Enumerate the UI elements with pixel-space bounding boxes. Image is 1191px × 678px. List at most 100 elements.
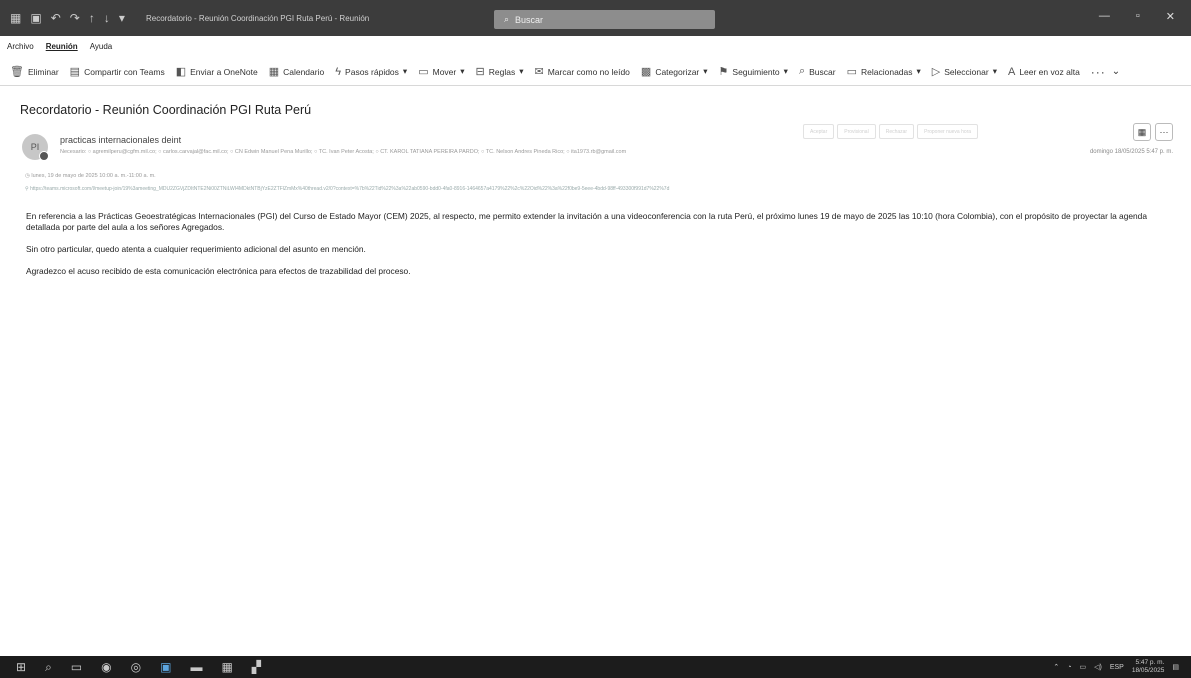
more-options-button[interactable]: ··· <box>1091 65 1106 79</box>
category-icon: ▩ <box>640 66 652 78</box>
body-paragraph: Sin otro particular, quedo atenta a cual… <box>26 244 366 254</box>
message-date: domingo 18/05/2025 5:47 p. m. <box>1089 149 1173 155</box>
message-body: En referencia a las Prácticas Geoestraté… <box>26 211 1176 288</box>
search-input[interactable]: ⌕ Buscar <box>494 10 715 29</box>
read-aloud-icon: A <box>1007 65 1016 78</box>
chevron-down-icon: ▾ <box>460 66 465 76</box>
accept-button[interactable]: Aceptar <box>803 124 835 139</box>
search-icon: ⌕ <box>798 65 806 77</box>
down-arrow-icon[interactable]: ↓ <box>104 11 110 25</box>
quick-steps-button[interactable]: ϟ Pasos rápidos ▾ <box>335 66 407 78</box>
teams-icon: ▤ <box>69 66 81 78</box>
notifications-icon[interactable]: ▤ <box>1172 663 1179 671</box>
presence-icon <box>39 151 49 161</box>
title-bar: ▦ ▣ ↶ ↷ ↑ ↓ ▾ Recordatorio - Reunión Coo… <box>0 0 1191 36</box>
meeting-location-row: ⚲ https://teams.microsoft.com/l/meetup-j… <box>25 186 1045 192</box>
body-paragraph: En referencia a las Prácticas Geoestraté… <box>26 211 1147 232</box>
task-view-icon[interactable]: ▭ <box>71 660 82 674</box>
volume-icon[interactable]: ◁) <box>1094 663 1102 671</box>
search-placeholder: Buscar <box>515 14 544 25</box>
mark-unread-button[interactable]: ✉ Marcar como no leído <box>534 65 629 78</box>
delete-button[interactable]: 🗑 Eliminar <box>10 65 59 78</box>
related-button[interactable]: ▭ Relacionadas ▾ <box>847 65 921 78</box>
cursor-icon: ▷ <box>931 66 941 78</box>
start-icon[interactable]: ⊞ <box>16 660 26 674</box>
read-aloud-button[interactable]: A Leer en voz alta <box>1008 66 1080 78</box>
battery-icon[interactable]: ▭ <box>1079 663 1086 671</box>
trash-icon: 🗑 <box>10 66 24 78</box>
chevron-down-icon: ▾ <box>519 66 524 76</box>
onenote-icon: ◧ <box>175 66 187 78</box>
tray-chevron-icon[interactable]: ⌃ <box>1053 663 1059 671</box>
menu-reunion[interactable]: Reunión <box>46 42 78 51</box>
more-actions-button[interactable]: ··· <box>1155 123 1173 141</box>
move-button[interactable]: ▭ Mover ▾ <box>418 65 464 78</box>
find-button[interactable]: ⌕ Buscar <box>799 65 836 78</box>
chevron-down-icon: ▾ <box>992 66 997 76</box>
related-icon: ▭ <box>846 66 857 78</box>
teams-apps-button[interactable]: ▦ <box>1133 123 1151 141</box>
windows-taskbar: ⊞ ⌕ ▭ ◉ ◎ ▣ ▬ ▦ ▞ ⌃ ◔ ▭ ◁) ESP 5:47 p. m… <box>0 656 1191 678</box>
clock-icon: ◷ <box>25 173 30 179</box>
decline-button[interactable]: Rechazar <box>878 124 915 139</box>
outlook-app-icon: ▦ <box>10 11 22 25</box>
meeting-response-actions: Aceptar Provisional Rechazar Proponer nu… <box>803 124 979 139</box>
tentative-button[interactable]: Provisional <box>837 124 876 139</box>
chevron-down-icon: ▾ <box>783 66 788 76</box>
close-button[interactable]: ✕ <box>1166 10 1175 23</box>
quick-access-toolbar: ▦ ▣ ↶ ↷ ↑ ↓ ▾ <box>10 11 125 25</box>
chrome-icon[interactable]: ◎ <box>131 660 141 674</box>
share-teams-button[interactable]: ▤ Compartir con Teams <box>70 65 165 78</box>
edge-icon[interactable]: ◉ <box>101 660 111 674</box>
recipients-line[interactable]: Necesario: ○ agremilperu@cgfm.mil.co; ○ … <box>60 149 900 155</box>
sender-name[interactable]: practicas internacionales deint <box>60 135 181 145</box>
meeting-time-row: ◷ lunes, 19 de mayo de 2025 10:00 a. m.-… <box>25 173 156 179</box>
message-subject: Recordatorio - Reunión Coordinación PGI … <box>20 103 312 117</box>
system-clock[interactable]: 5:47 p. m. 18/05/2025 <box>1132 659 1165 675</box>
message-tools: ▦ ··· <box>1133 123 1173 141</box>
outlook-taskbar-icon[interactable]: ▣ <box>160 660 171 674</box>
search-icon[interactable]: ⌕ <box>45 660 52 675</box>
menu-ayuda[interactable]: Ayuda <box>90 42 113 51</box>
search-icon: ⌕ <box>504 14 510 24</box>
categorize-button[interactable]: ▩ Categorizar ▾ <box>641 65 708 78</box>
chevron-down-icon: ▾ <box>916 66 921 76</box>
avatar[interactable]: PI <box>22 134 49 161</box>
network-icon[interactable]: ◔ <box>1067 664 1071 671</box>
chevron-down-icon: ▾ <box>402 66 408 76</box>
ribbon-expand-icon[interactable]: ⌄ <box>1112 66 1120 77</box>
undo-icon[interactable]: ↶ <box>51 11 61 25</box>
follow-up-button[interactable]: ⚑ Seguimiento ▾ <box>719 65 788 78</box>
propose-time-button[interactable]: Proponer nueva hora <box>917 124 979 139</box>
language-indicator[interactable]: ESP <box>1110 664 1124 671</box>
chevron-down-icon: ▾ <box>703 66 708 76</box>
flag-icon: ⚑ <box>718 66 729 78</box>
lightning-icon: ϟ <box>335 65 342 78</box>
menu-bar: Archivo Reunión Ayuda <box>0 37 1191 55</box>
window-title: Recordatorio - Reunión Coordinación PGI … <box>146 14 370 23</box>
window-controls: — ▫ ✕ <box>1099 10 1175 23</box>
meeting-link[interactable]: https://teams.microsoft.com/l/meetup-joi… <box>30 186 669 192</box>
maximize-button[interactable]: ▫ <box>1136 10 1140 23</box>
network-app-icon[interactable]: ▞ <box>252 660 261 674</box>
menu-archivo[interactable]: Archivo <box>7 42 34 51</box>
body-paragraph: Agradezco el acuso recibido de esta comu… <box>26 266 411 276</box>
folder-icon: ▭ <box>418 66 429 78</box>
send-onenote-button[interactable]: ◧ Enviar a OneNote <box>176 65 258 78</box>
select-button[interactable]: ▷ Seleccionar ▾ <box>932 65 997 78</box>
envelope-icon: ✉ <box>534 66 544 78</box>
location-pin-icon: ⚲ <box>25 186 29 192</box>
file-explorer-icon[interactable]: ▬ <box>190 660 202 674</box>
save-icon[interactable]: ▣ <box>30 11 41 25</box>
ribbon-toolbar: 🗑 Eliminar ▤ Compartir con Teams ◧ Enviar a… <box>0 58 1191 86</box>
customize-dropdown-icon[interactable]: ▾ <box>119 11 125 25</box>
rules-button[interactable]: ⊟ Reglas ▾ <box>476 65 524 78</box>
minimize-button[interactable]: — <box>1099 10 1110 23</box>
rules-icon: ⊟ <box>475 66 485 78</box>
calendar-icon: ▦ <box>268 66 280 78</box>
up-arrow-icon[interactable]: ↑ <box>89 11 95 25</box>
redo-icon[interactable]: ↷ <box>70 11 80 25</box>
calendar-button[interactable]: ▦ Calendario <box>269 65 325 78</box>
calculator-icon[interactable]: ▦ <box>221 660 232 674</box>
message-pane: Recordatorio - Reunión Coordinación PGI … <box>8 94 1183 654</box>
